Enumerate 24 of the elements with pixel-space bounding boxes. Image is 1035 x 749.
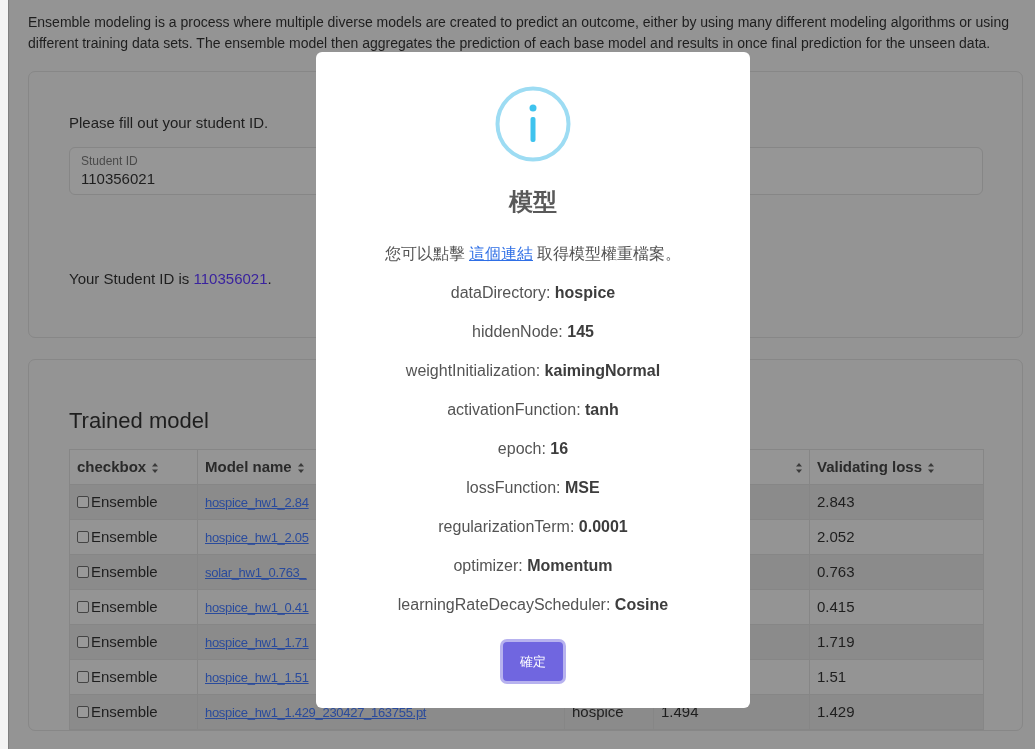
- dialog-field: lossFunction: MSE: [466, 478, 600, 498]
- dialog-field: learningRateDecayScheduler: Cosine: [397, 595, 669, 615]
- prompt-text: Please fill out your student ID.: [69, 113, 270, 133]
- section-title: Trained model: [69, 407, 209, 435]
- dialog-field: activationFunction: tanh: [447, 400, 619, 420]
- dialog-field: regularizationTerm: 0.0001: [438, 517, 628, 537]
- table-cell: 1.429: [817, 702, 855, 720]
- table-cell: hospice: [572, 702, 624, 720]
- dialog-field: optimizer: Momentum: [453, 556, 613, 576]
- dialog-field: dataDirectory: hospice: [450, 283, 616, 303]
- table-cell: 1.51: [817, 667, 847, 685]
- student-id-result: Your Student ID is 110356021.: [69, 268, 272, 289]
- table-cell: 2.052: [817, 527, 855, 545]
- dialog-field: hiddenNode: 145: [472, 322, 594, 342]
- table-cell: 2.843: [817, 492, 855, 510]
- field-label: Student ID: [81, 153, 138, 168]
- table-cell: 1.719: [817, 632, 855, 650]
- dialog-title: 模型: [509, 187, 557, 217]
- intro-paragraph: Ensemble modeling is a process where multiple diverse models are created to predict an outcome, either by using many different modeling algorithms or using different training data sets. The ensemble model then aggregates the prediction of each base model and results in once final prediction for the unseen data.: [28, 13, 1011, 53]
- dialog-field: weightInitialization: kaimingNormal: [405, 361, 661, 381]
- table-cell: 0.415: [817, 597, 855, 615]
- dialog-field: epoch: 16: [497, 439, 569, 459]
- dialog-text: 您可以點擊 這個連結 取得模型權重檔案。: [384, 244, 682, 264]
- table-cell: 0.763: [817, 562, 855, 580]
